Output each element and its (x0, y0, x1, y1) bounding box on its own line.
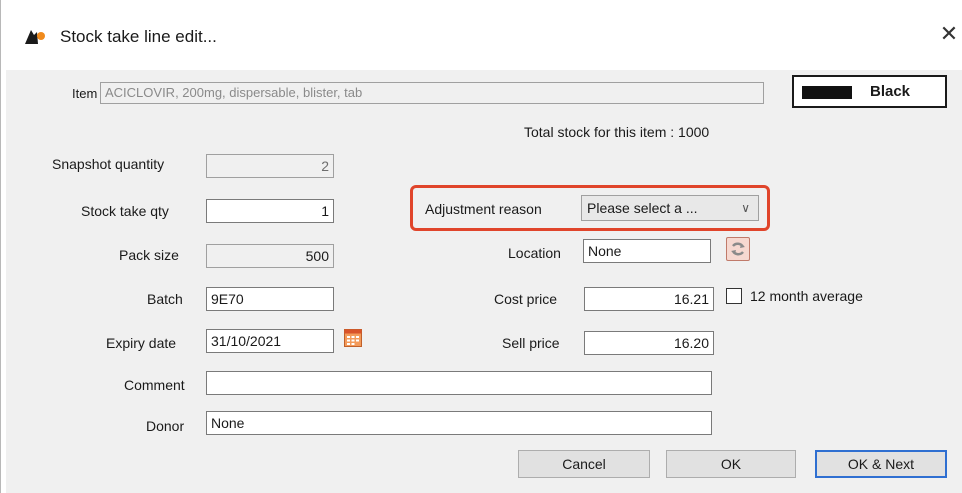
item-field[interactable]: ACICLOVIR, 200mg, dispersable, blister, … (100, 82, 764, 104)
window-title: Stock take line edit... (60, 27, 217, 46)
cost-price-label: Cost price (494, 291, 558, 307)
batch-input[interactable]: 9E70 (206, 287, 334, 311)
item-label: Item (72, 86, 98, 101)
comment-input[interactable] (206, 371, 712, 395)
sell-price-label: Sell price (502, 335, 560, 351)
comment-label: Comment (124, 377, 185, 393)
twelve-month-average-checkbox[interactable] (726, 288, 742, 304)
stock-take-line-edit-dialog: Stock take line edit... ✕ Item ACICLOVIR… (0, 0, 962, 493)
title-bar: Stock take line edit... ✕ (0, 0, 962, 70)
batch-label: Batch (147, 291, 183, 307)
location-label: Location (508, 245, 561, 261)
refresh-icon (731, 242, 745, 256)
color-swatch (802, 86, 852, 99)
app-logo-icon (25, 30, 45, 44)
sell-price-input[interactable]: 16.20 (584, 331, 714, 355)
color-tag[interactable]: Black (792, 75, 947, 108)
stock-take-qty-input[interactable]: 1 (206, 199, 334, 223)
color-tag-label: Black (870, 83, 911, 100)
snapshot-quantity-label: Snapshot quantity (52, 156, 165, 172)
stock-take-qty-label: Stock take qty (81, 203, 169, 219)
snapshot-quantity-field: 2 (206, 154, 334, 178)
ok-button[interactable]: OK (666, 450, 796, 478)
donor-label: Donor (146, 418, 185, 434)
expiry-date-label: Expiry date (106, 335, 177, 351)
twelve-month-average-label: 12 month average (750, 288, 863, 304)
refresh-location-button[interactable] (726, 237, 750, 261)
expiry-date-input[interactable]: 31/10/2021 (206, 329, 334, 353)
location-input[interactable]: None (583, 239, 711, 263)
chevron-down-icon: ∨ (741, 201, 750, 215)
pack-size-field: 500 (206, 244, 334, 268)
ok-and-next-button[interactable]: OK & Next (815, 450, 947, 478)
cost-price-input[interactable]: 16.21 (584, 287, 714, 311)
close-icon[interactable]: ✕ (938, 22, 960, 46)
adjustment-reason-value: Please select a ... (587, 200, 698, 216)
window-border (0, 0, 1, 493)
adjustment-reason-select[interactable]: Please select a ... ∨ (581, 195, 759, 221)
calendar-icon[interactable] (344, 329, 362, 347)
pack-size-label: Pack size (119, 247, 179, 263)
donor-input[interactable]: None (206, 411, 712, 435)
cancel-button[interactable]: Cancel (518, 450, 650, 478)
adjustment-reason-label: Adjustment reason (425, 201, 542, 217)
total-stock-text: Total stock for this item : 1000 (524, 124, 710, 140)
